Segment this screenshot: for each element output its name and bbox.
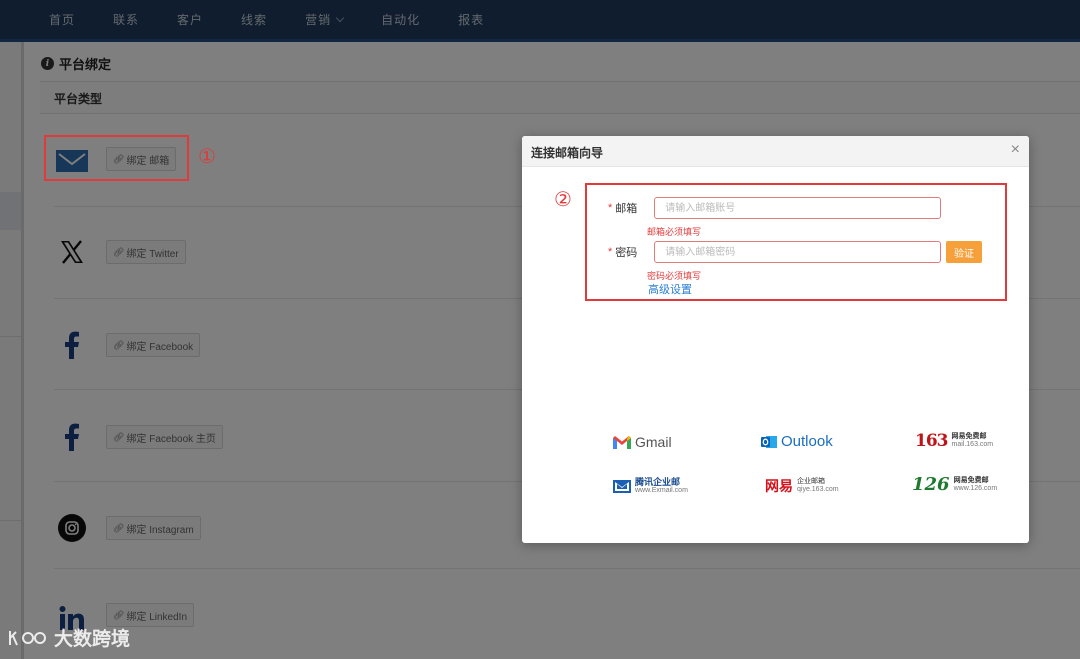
watermark: 大数跨境	[8, 624, 130, 651]
dialog-title: 连接邮箱向导	[531, 146, 604, 160]
provider-163[interactable]: 163 网易免费邮 mail.163.com	[915, 431, 993, 451]
provider-netease-enterprise[interactable]: 网易 企业邮箱 qiye.163.com	[765, 476, 839, 496]
tencent-mail-icon	[613, 479, 631, 493]
gmail-icon	[613, 435, 631, 449]
email-input[interactable]	[654, 197, 942, 219]
watermark-logo-icon	[9, 630, 46, 645]
advanced-settings-link[interactable]: 高级设置	[648, 281, 692, 297]
password-form-row: * 密码	[608, 241, 942, 263]
provider-126[interactable]: 126 网易免费邮 www.126.com	[912, 474, 997, 495]
annotation-marker-2: ②	[554, 187, 572, 211]
email-form-row: * 邮箱	[608, 197, 942, 219]
verify-button[interactable]: 验证	[946, 241, 982, 263]
connect-email-dialog: 连接邮箱向导 × ② * 邮箱 邮箱必须填写 * 密码 验证 密码必须填写 高级…	[522, 136, 1029, 543]
outlook-icon	[761, 435, 777, 448]
password-input[interactable]	[654, 241, 942, 263]
annotation-box-1	[44, 135, 189, 181]
close-icon[interactable]: ×	[1011, 142, 1020, 158]
provider-tencent-exmail[interactable]: 腾讯企业邮 www.Exmail.com	[613, 477, 688, 495]
password-label: 密码	[615, 247, 638, 259]
provider-gmail[interactable]: Gmail	[613, 434, 672, 450]
annotation-marker-1: ①	[198, 144, 216, 168]
required-mark: *	[608, 246, 613, 258]
email-error: 邮箱必须填写	[647, 227, 702, 237]
email-label: 邮箱	[615, 203, 638, 215]
dialog-header: 连接邮箱向导 ×	[522, 136, 1029, 167]
required-mark: *	[608, 202, 613, 214]
provider-outlook[interactable]: Outlook	[761, 433, 833, 450]
